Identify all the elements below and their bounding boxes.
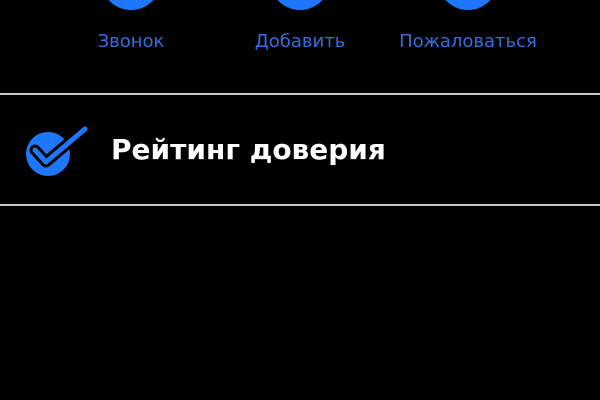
phone-icon <box>101 0 161 10</box>
report-button[interactable]: Пожаловаться <box>360 0 600 92</box>
action-bar: Звонок Добавить Пожаловаться <box>0 0 600 92</box>
trust-rating-label: Рейтинг доверия <box>111 133 386 166</box>
call-label: Звонок <box>97 31 165 52</box>
add-contact-icon <box>270 0 330 10</box>
add-label: Добавить <box>254 31 346 52</box>
screen: Звонок Добавить Пожаловаться Рейтинг дов… <box>0 0 600 400</box>
call-button[interactable]: Звонок <box>0 0 240 92</box>
verified-check-icon <box>26 123 91 176</box>
divider-bottom <box>0 204 600 206</box>
report-label: Пожаловаться <box>399 31 537 52</box>
report-icon <box>438 0 498 10</box>
trust-rating-item[interactable]: Рейтинг доверия <box>0 95 600 204</box>
add-button[interactable]: Добавить <box>240 0 360 92</box>
